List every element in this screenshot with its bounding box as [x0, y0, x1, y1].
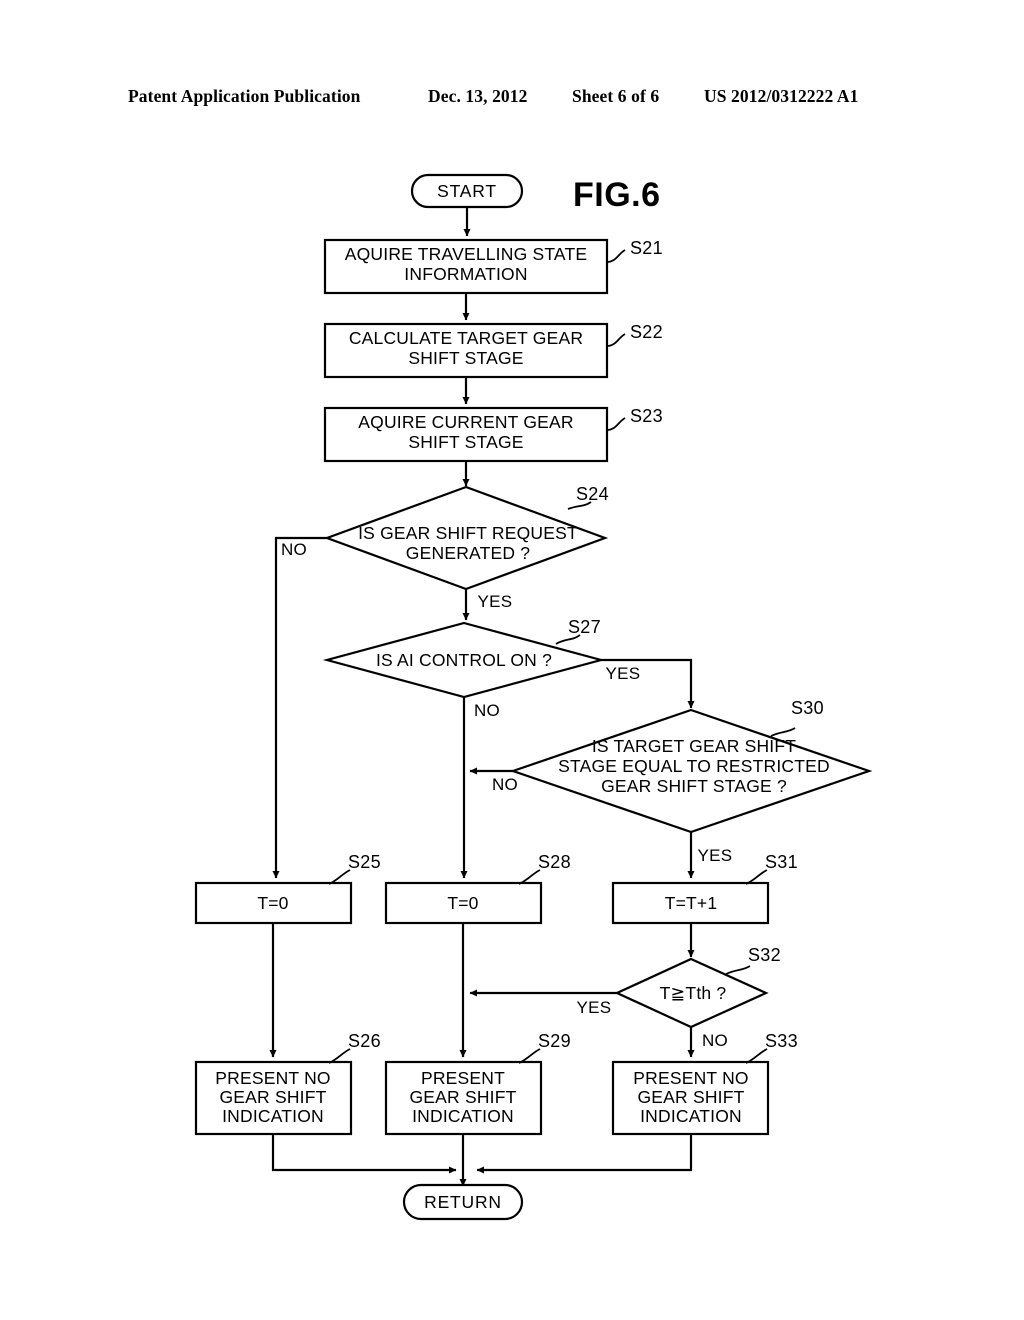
leader-s21 — [606, 249, 626, 263]
process-s21-line1: AQUIRE TRAVELLING STATE — [345, 244, 588, 264]
patent-figure-page: Patent Application Publication Dec. 13, … — [0, 0, 1024, 1320]
connector-s33-to-merge — [476, 1134, 693, 1174]
decision-s32-label: T≧Tth ? — [660, 983, 727, 1003]
process-s25-label: T=0 — [257, 893, 288, 913]
decision-s30-line3: GEAR SHIFT STAGE ? — [601, 776, 787, 796]
decision-s30-line1: IS TARGET GEAR SHIFT — [592, 736, 796, 756]
step-label-s24: S24 — [576, 484, 609, 504]
connector-s26-to-merge — [271, 1134, 457, 1174]
decision-s24-line2: GENERATED ? — [406, 543, 530, 563]
process-s33-line3: INDICATION — [640, 1106, 742, 1126]
process-s28-label: T=0 — [447, 893, 478, 913]
step-label-s25: S25 — [348, 852, 381, 872]
step-label-s22: S22 — [630, 322, 663, 342]
process-s23-line2: SHIFT STAGE — [408, 432, 523, 452]
step-label-s26: S26 — [348, 1031, 381, 1051]
branch-label-s30-no: NO — [492, 775, 518, 794]
step-label-s23: S23 — [630, 406, 663, 426]
leader-s30 — [770, 727, 796, 737]
process-s26-line1: PRESENT NO — [215, 1068, 330, 1088]
branch-label-s32-yes: YES — [577, 998, 612, 1017]
step-label-s28: S28 — [538, 852, 571, 872]
figure-label: FIG.6 — [573, 176, 661, 214]
leader-s32 — [725, 965, 751, 975]
process-s29-line3: INDICATION — [412, 1106, 514, 1126]
branch-label-s32-no: NO — [702, 1031, 728, 1050]
step-label-s21: S21 — [630, 238, 663, 258]
step-label-s27: S27 — [568, 617, 601, 637]
process-s33-line1: PRESENT NO — [633, 1068, 748, 1088]
process-s21-line2: INFORMATION — [404, 264, 527, 284]
step-label-s32: S32 — [748, 945, 781, 965]
process-s22-line1: CALCULATE TARGET GEAR — [349, 328, 583, 348]
leader-s22 — [606, 333, 626, 347]
process-s29-line2: GEAR SHIFT — [409, 1087, 516, 1107]
flowchart-diagram: FIG.6 START AQUIRE TRAVELLING STATE INFO… — [194, 173, 873, 1221]
branch-label-s30-yes: YES — [698, 846, 733, 865]
step-label-s29: S29 — [538, 1031, 571, 1051]
process-s29-line1: PRESENT — [421, 1068, 505, 1088]
process-s31-label: T=T+1 — [665, 893, 718, 913]
start-terminal-label: START — [437, 181, 497, 201]
process-s26-line2: GEAR SHIFT — [219, 1087, 326, 1107]
process-s22-line2: SHIFT STAGE — [408, 348, 523, 368]
branch-label-s27-no: NO — [474, 701, 500, 720]
step-label-s31: S31 — [765, 852, 798, 872]
step-label-s33: S33 — [765, 1031, 798, 1051]
step-label-s30: S30 — [791, 698, 824, 718]
process-s33-line2: GEAR SHIFT — [637, 1087, 744, 1107]
connector-s24-no-to-s25 — [272, 536, 327, 879]
branch-label-s27-yes: YES — [606, 664, 641, 683]
decision-s27-line1: IS AI CONTROL ON ? — [376, 650, 552, 670]
decision-s24-line1: IS GEAR SHIFT REQUEST — [358, 523, 578, 543]
branch-label-s24-yes: YES — [478, 592, 513, 611]
leader-s23 — [606, 417, 626, 431]
decision-s30-line2: STAGE EQUAL TO RESTRICTED — [558, 756, 830, 776]
process-s26-line3: INDICATION — [222, 1106, 324, 1126]
process-s23-line1: AQUIRE CURRENT GEAR — [358, 412, 573, 432]
return-terminal-label: RETURN — [424, 1192, 502, 1212]
branch-label-s24-no: NO — [281, 540, 307, 559]
